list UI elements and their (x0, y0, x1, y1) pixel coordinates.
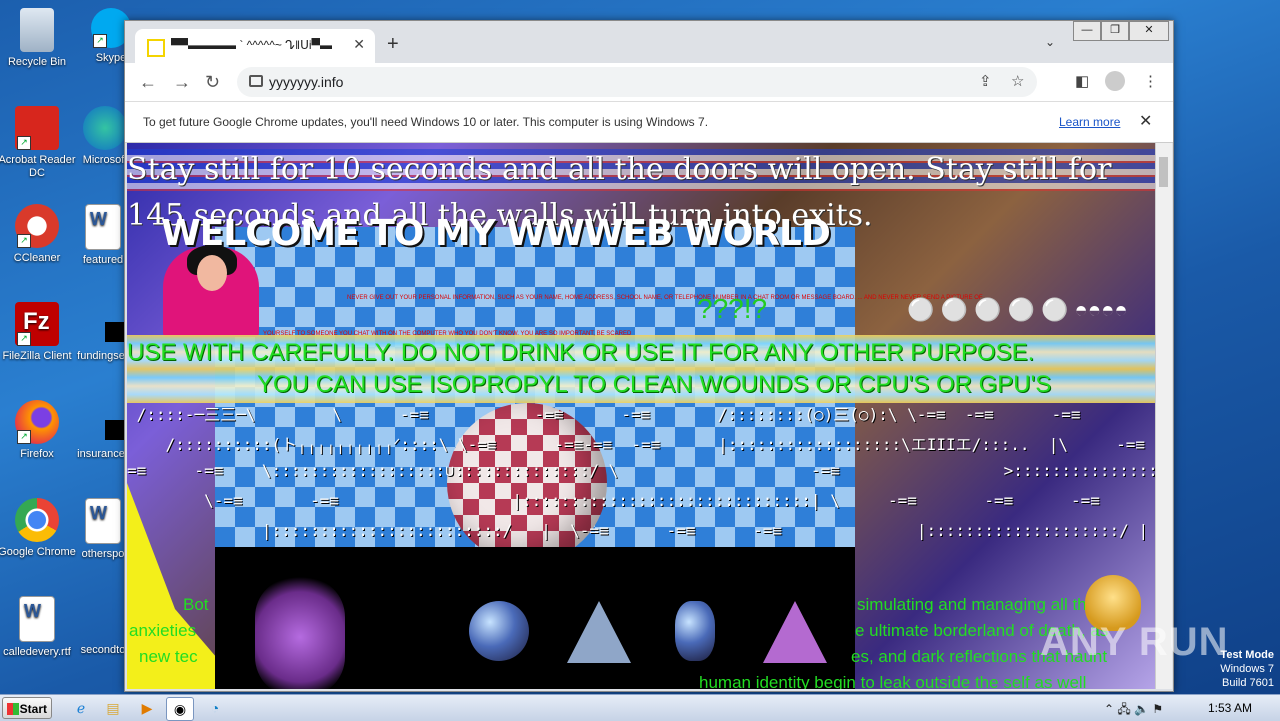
start-button[interactable]: Start (2, 697, 52, 719)
pyramid-image (567, 601, 631, 663)
desktop-icon-recycle-bin[interactable]: Recycle Bin (0, 8, 76, 69)
file-icon (79, 400, 145, 444)
shortcut-arrow-icon: ↗ (17, 234, 31, 248)
file-icon (79, 302, 145, 346)
side-panel-icon[interactable]: ◧ (1075, 72, 1089, 90)
minimize-button[interactable]: — (1073, 21, 1101, 41)
tab-strip: ▀▀▬▬▬▬ ` ^^^^^~ ᖊ‖ᑌi▀▬ ✕ + ⌄ — ❐ ✕ (125, 21, 1173, 63)
new-tab-button[interactable]: + (387, 33, 399, 56)
lock-icon (249, 75, 263, 87)
reload-icon[interactable]: ↻ (205, 72, 220, 93)
recycle-bin-icon (20, 8, 54, 52)
low-text-3: new tec (139, 647, 198, 666)
desktop-icon-acrobat[interactable]: ↗ Acrobat Reader DC (0, 106, 76, 180)
close-window-button[interactable]: ✕ (1129, 21, 1169, 41)
taskbar-ie-icon[interactable]: ℯ (68, 697, 94, 719)
green-warning-line-1: USE WITH CAREFULLY. DO NOT DRINK OR USE … (127, 339, 1035, 366)
shortcut-arrow-icon: ↗ (17, 332, 31, 346)
pyramid-image (763, 601, 827, 663)
back-arrow-icon[interactable]: ← (139, 72, 157, 93)
word-document-icon: W (85, 204, 121, 250)
bookmark-star-icon[interactable]: ☆ (1011, 72, 1024, 90)
ascii-art-line-3: =≡ -=≡ \::::::::::::::::::∪:::::::::::::… (127, 461, 1155, 480)
taskbar-explorer-icon[interactable]: ▤ (100, 697, 126, 719)
taskbar: Start ℯ ▤ ▶ ◉ ◔ ⌃ 🖧 🔈 ⚑ 1:53 AM (0, 694, 1280, 721)
start-label: Start (19, 702, 47, 716)
question-marks-text: ???!? (697, 293, 768, 324)
address-bar[interactable]: yyyyyyy.info ⇪ ☆ (237, 67, 1037, 97)
taskbar-media-player-icon[interactable]: ▶ (134, 697, 160, 719)
os-label: Windows 7 (1220, 663, 1274, 675)
infobar-close-icon[interactable]: ✕ (1139, 111, 1152, 131)
taskbar-chrome-icon[interactable]: ◉ (166, 697, 194, 721)
pink-lady-image (163, 245, 259, 337)
test-mode-label: Test Mode (1220, 649, 1274, 661)
orbs-panel (215, 547, 855, 689)
warning-text-2: YOURSELF TO SOMEONE YOU CHAT WITH ON THE… (263, 331, 632, 337)
desktop-icon-label: Acrobat Reader DC (0, 154, 76, 179)
filezilla-icon: Fz ↗ (15, 302, 59, 346)
close-tab-icon[interactable]: ✕ (353, 36, 365, 53)
chrome-window: ▀▀▬▬▬▬ ` ^^^^^~ ᖊ‖ᑌi▀▬ ✕ + ⌄ — ❐ ✕ ← → ↻… (124, 20, 1174, 692)
ccleaner-icon: ↗ (15, 204, 59, 248)
test-mode-notice: Test Mode Windows 7 Build 7601 (1220, 648, 1274, 690)
green-warning-line-2: YOU CAN USE ISOPROPYL TO CLEAN WOUNDS OR… (257, 371, 1052, 398)
tab-search-chevron-icon[interactable]: ⌄ (1045, 35, 1055, 49)
system-tray-icons[interactable]: ⌃ 🖧 🔈 ⚑ (1104, 700, 1163, 721)
windows-flag-icon (7, 703, 19, 715)
word-w-glyph: W (90, 503, 107, 523)
menu-kebab-icon[interactable]: ⋮ (1143, 72, 1158, 90)
ascii-art-line-5: |::::::::::::::::::::::::/ | \-=≡ -=≡ -=… (127, 521, 1155, 540)
profile-avatar-icon[interactable] (1105, 71, 1125, 91)
shortcut-arrow-icon: ↗ (17, 136, 31, 150)
favicon-icon (147, 39, 165, 57)
welcome-heading: WELCOME TO MY WWWEB WORLD (161, 213, 831, 254)
update-infobar: To get future Google Chrome updates, you… (125, 101, 1173, 143)
taskbar-edge-icon[interactable]: ◔ (202, 697, 228, 719)
url-text: yyyyyyy.info (269, 74, 344, 90)
file-icon (81, 596, 125, 640)
toolbar: ← → ↻ yyyyyyy.info ⇪ ☆ ◧ ⋮ (125, 63, 1173, 101)
purple-glow (255, 577, 345, 689)
infobar-message: To get future Google Chrome updates, you… (143, 115, 709, 129)
chrome-icon (15, 498, 59, 542)
sphere-image (469, 601, 529, 661)
shortcut-arrow-icon: ↗ (17, 430, 31, 444)
shortcut-arrow-icon: ↗ (93, 34, 107, 48)
low-text-1: Bot (183, 595, 209, 614)
acrobat-icon: ↗ (15, 106, 59, 150)
tab-title: ▀▀▬▬▬▬ ` ^^^^^~ ᖊ‖ᑌi▀▬ (171, 38, 333, 52)
firefox-icon: ↗ (15, 400, 59, 444)
anyrun-watermark: ANY RUN (1040, 620, 1229, 664)
warning-text-1: NEVER GIVE OUT YOUR PERSONAL INFORMATION… (347, 295, 983, 301)
desktop-icon-label: Recycle Bin (7, 56, 67, 68)
word-w-glyph: W (90, 209, 107, 229)
learn-more-link[interactable]: Learn more (1059, 115, 1120, 129)
face-shape (197, 255, 227, 291)
edge-icon (83, 106, 127, 150)
scrollbar-thumb[interactable] (1159, 157, 1168, 187)
ascii-art-line-1: /::::-─三三─\ \ -=≡ -=≡ -=≡ /::::::::(○)三(… (127, 405, 1081, 424)
web-page-content: Stay still for 10 seconds and all the do… (127, 143, 1155, 689)
low-text-2: anxieties (129, 621, 197, 640)
maximize-button[interactable]: ❐ (1101, 21, 1129, 41)
ascii-art-line-4: \-=≡ -=≡ |::::::::::::::::::::::::::::::… (127, 491, 1100, 510)
share-icon[interactable]: ⇪ (979, 72, 992, 90)
right-text-1: simulating and managing all the (857, 595, 1097, 614)
build-label: Build 7601 (1222, 677, 1274, 689)
forward-arrow-icon[interactable]: → (173, 72, 191, 93)
tab-active[interactable]: ▀▀▬▬▬▬ ` ^^^^^~ ᖊ‖ᑌi▀▬ ✕ (135, 29, 375, 63)
word-document-icon: W (19, 596, 55, 642)
right-text-4: human identity begin to leak outside the… (699, 673, 1087, 689)
stay-line-1: Stay still for 10 seconds and all the do… (127, 152, 1112, 187)
ring-image (675, 601, 715, 661)
word-w-glyph: W (24, 601, 41, 621)
vertical-scrollbar[interactable] (1155, 143, 1172, 689)
circle-row-icons: ⚪ ⚪ ⚪ ⚪ ⚪ ◓◓◓◓ (907, 297, 1128, 322)
clock[interactable]: 1:53 AM (1208, 701, 1252, 715)
ascii-art-line-2: /::::::::::(ト╷╷╷╷╷╷╷╷╷╷ᐟ::::\ \-=≡ -=≡-=… (127, 435, 1155, 454)
word-document-icon: W (85, 498, 121, 544)
